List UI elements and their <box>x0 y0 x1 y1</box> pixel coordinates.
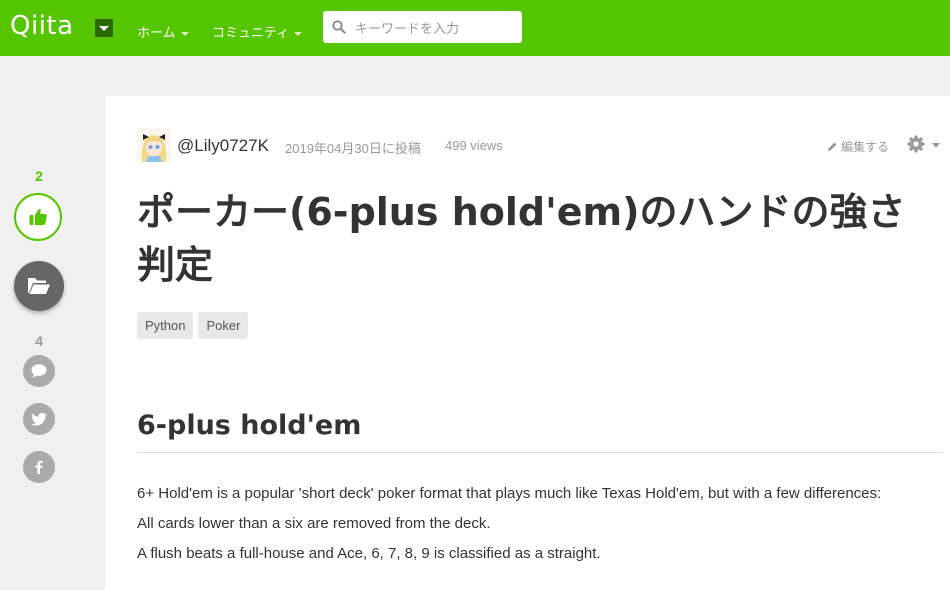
folder-open-icon <box>28 278 50 294</box>
paragraph: A flush beats a full-house and Ace, 6, 7… <box>137 545 601 562</box>
paragraph: All cards lower than a six are removed f… <box>137 515 491 532</box>
nav-home-label: ホーム <box>137 25 176 40</box>
nav-home[interactable]: ホーム <box>137 22 189 41</box>
view-count: 499 views <box>445 138 503 153</box>
post-date: 2019年04月30日に投稿 <box>285 141 421 156</box>
chevron-down-icon[interactable] <box>932 143 940 148</box>
avatar[interactable] <box>137 128 171 162</box>
comment-icon <box>31 364 47 378</box>
tag-python[interactable]: Python <box>137 312 194 339</box>
like-button[interactable] <box>14 193 62 241</box>
chevron-down-icon <box>294 31 303 36</box>
heading-divider <box>137 452 942 453</box>
tag-poker[interactable]: Poker <box>198 312 249 339</box>
search-icon <box>332 20 346 34</box>
qiita-logo[interactable]: Qiita <box>10 11 74 41</box>
logo-dropdown-toggle[interactable] <box>95 19 113 37</box>
edit-link[interactable]: 編集する <box>827 138 889 155</box>
top-navbar: Qiita ホーム コミュニティ <box>0 0 950 56</box>
comment-button[interactable] <box>23 355 55 387</box>
search-input[interactable] <box>353 17 517 39</box>
edit-link-label: 編集する <box>841 140 890 154</box>
pencil-icon <box>828 142 837 151</box>
section-heading: 6-plus hold'em <box>137 410 362 441</box>
facebook-icon <box>35 460 43 474</box>
nav-community[interactable]: コミュニティ <box>212 22 303 41</box>
thumbs-up-icon <box>29 208 47 225</box>
facebook-share-button[interactable] <box>23 451 55 483</box>
avatar-image <box>137 128 171 162</box>
comment-count: 4 <box>35 333 43 349</box>
twitter-icon <box>31 412 47 426</box>
like-count: 2 <box>35 168 43 184</box>
twitter-share-button[interactable] <box>23 403 55 435</box>
gear-icon[interactable] <box>906 134 926 154</box>
chevron-down-icon <box>180 31 189 36</box>
nav-community-label: コミュニティ <box>212 25 290 40</box>
tag-list: Python Poker <box>137 312 253 339</box>
paragraph: 6+ Hold'em is a popular 'short deck' pok… <box>137 485 882 502</box>
search-box <box>323 11 522 43</box>
stock-button[interactable] <box>14 261 64 311</box>
author-name[interactable]: @Lily0727K <box>177 136 269 156</box>
article-title: ポーカー(6-plus hold'em)のハンドの強さ判定 <box>137 190 906 287</box>
